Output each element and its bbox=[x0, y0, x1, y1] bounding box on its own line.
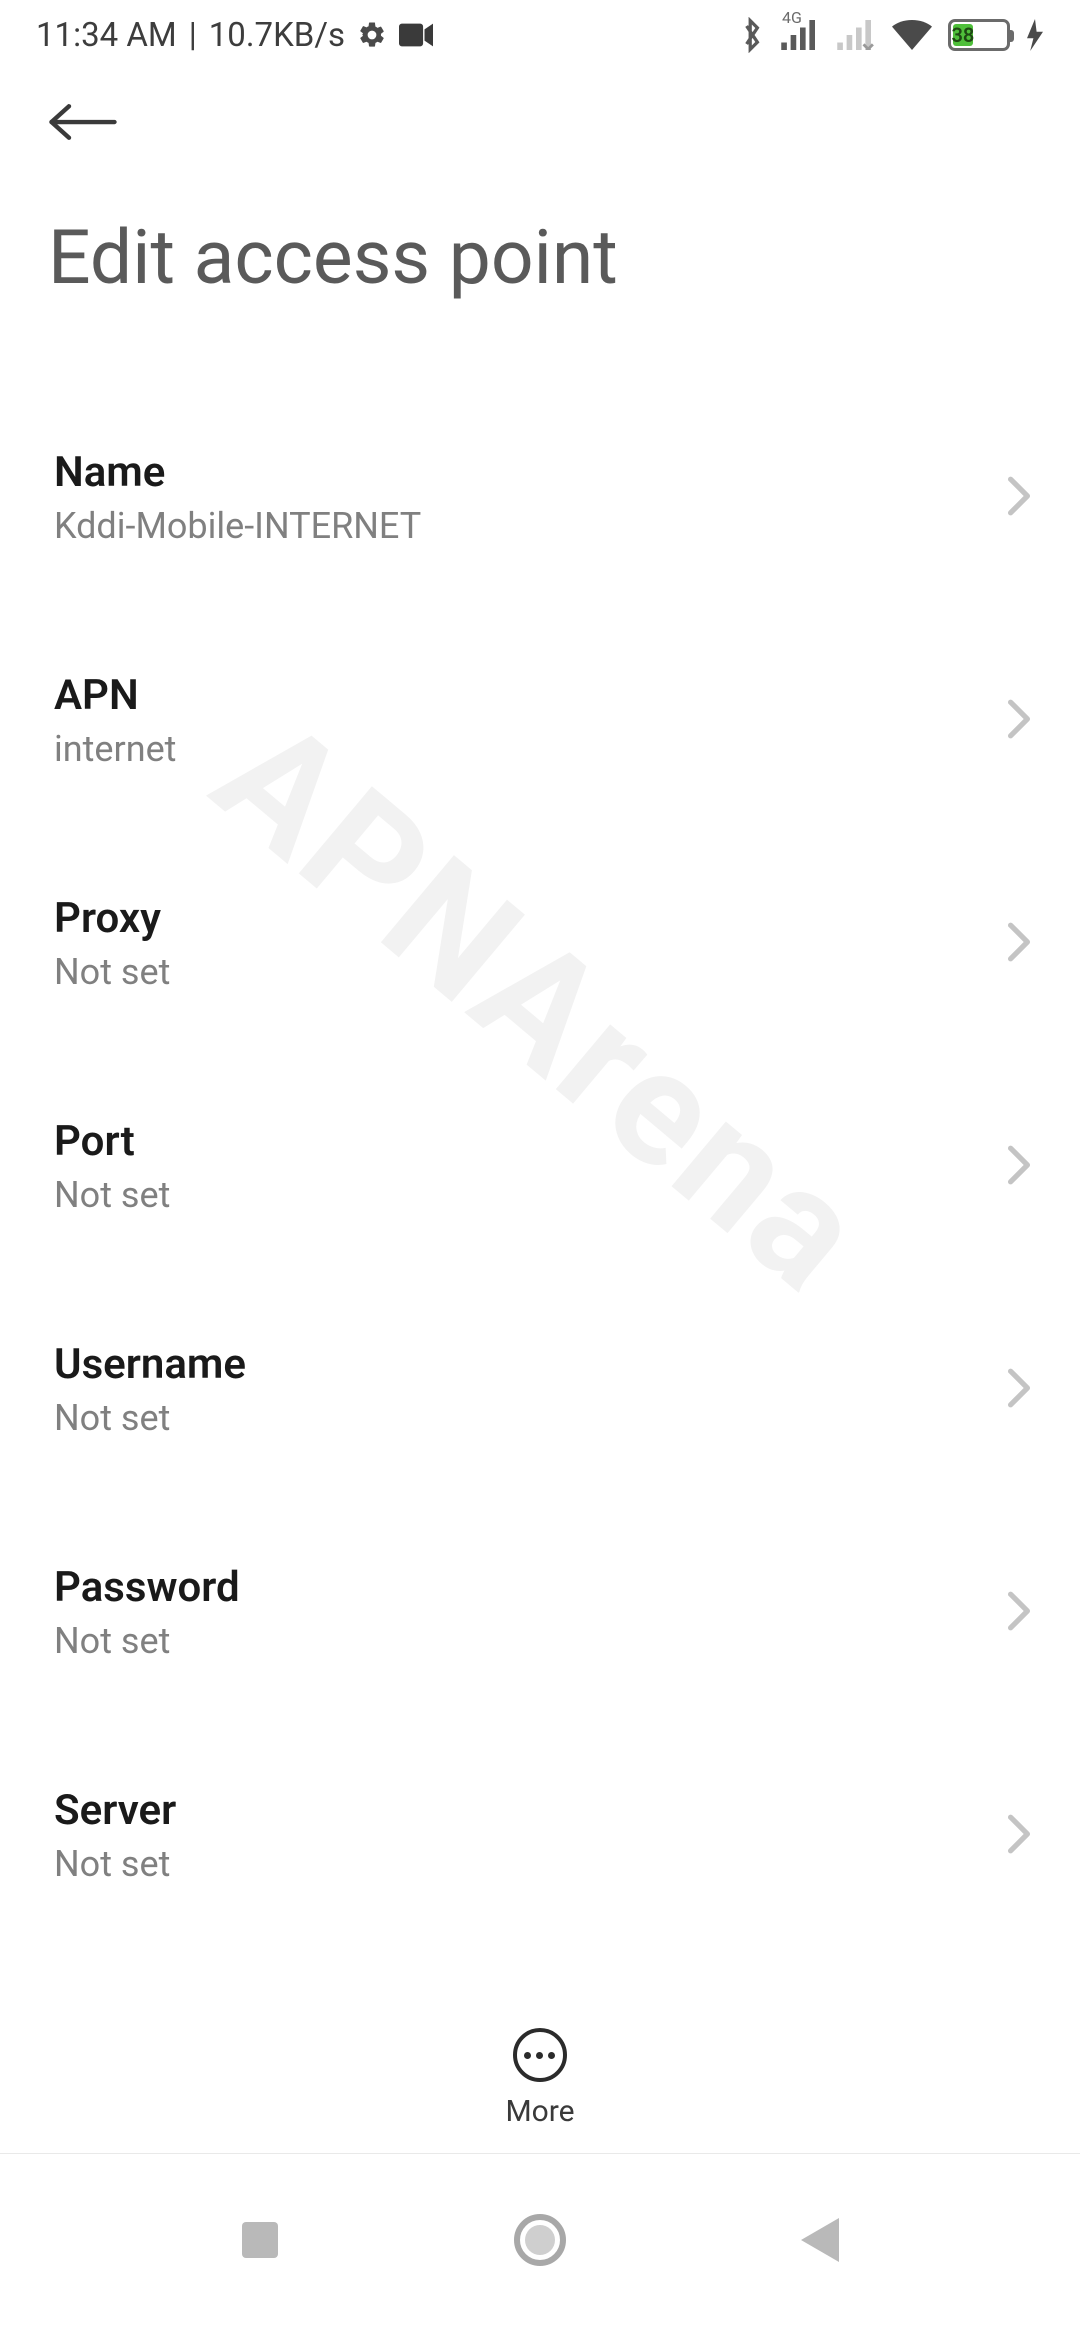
setting-value: Not set bbox=[54, 1843, 176, 1885]
nav-recent-button[interactable] bbox=[230, 2210, 290, 2270]
setting-row-username[interactable]: Username Not set bbox=[0, 1304, 1080, 1475]
setting-label: Port bbox=[54, 1117, 170, 1166]
setting-value: internet bbox=[54, 728, 176, 770]
signal-nosim-icon bbox=[836, 20, 876, 50]
setting-value: Kddi-Mobile-INTERNET bbox=[54, 505, 421, 547]
setting-value: Not set bbox=[54, 1620, 240, 1662]
chevron-right-icon bbox=[1006, 921, 1032, 967]
more-button[interactable]: More bbox=[505, 2028, 574, 2129]
back-button[interactable] bbox=[48, 92, 126, 152]
header: Edit access point bbox=[0, 70, 1080, 302]
setting-value: Not set bbox=[54, 951, 170, 993]
wifi-icon bbox=[892, 19, 932, 51]
system-nav-bar bbox=[0, 2170, 1080, 2340]
chevron-right-icon bbox=[1006, 1813, 1032, 1859]
triangle-icon bbox=[801, 2218, 839, 2262]
setting-row-port[interactable]: Port Not set bbox=[0, 1081, 1080, 1252]
status-net-speed: 10.7KB/s bbox=[209, 16, 345, 55]
status-time: 11:34 AM bbox=[36, 16, 177, 55]
battery-indicator: 38 bbox=[948, 19, 1010, 51]
settings-list: Name Kddi-Mobile-INTERNET APN internet P… bbox=[0, 412, 1080, 2112]
chevron-right-icon bbox=[1006, 698, 1032, 744]
setting-label: Proxy bbox=[54, 894, 170, 943]
chevron-right-icon bbox=[1006, 1144, 1032, 1190]
nav-back-button[interactable] bbox=[790, 2210, 850, 2270]
chevron-right-icon bbox=[1006, 1367, 1032, 1413]
setting-label: Password bbox=[54, 1563, 240, 1612]
setting-label: Username bbox=[54, 1340, 246, 1389]
bottom-toolbar: More bbox=[0, 2004, 1080, 2154]
status-left: 11:34 AM | 10.7KB/s bbox=[36, 16, 433, 55]
setting-row-apn[interactable]: APN internet bbox=[0, 635, 1080, 806]
setting-row-password[interactable]: Password Not set bbox=[0, 1527, 1080, 1698]
setting-label: APN bbox=[54, 671, 176, 720]
setting-label: Name bbox=[54, 448, 421, 497]
status-separator: | bbox=[189, 16, 197, 55]
setting-row-proxy[interactable]: Proxy Not set bbox=[0, 858, 1080, 1029]
setting-value: Not set bbox=[54, 1397, 246, 1439]
chevron-right-icon bbox=[1006, 475, 1032, 521]
bluetooth-icon bbox=[740, 17, 764, 53]
battery-level: 38 bbox=[953, 24, 973, 46]
square-icon bbox=[242, 2222, 278, 2258]
setting-row-name[interactable]: Name Kddi-Mobile-INTERNET bbox=[0, 412, 1080, 583]
setting-value: Not set bbox=[54, 1174, 170, 1216]
setting-label: Server bbox=[54, 1786, 176, 1835]
more-icon bbox=[513, 2028, 567, 2082]
nav-home-button[interactable] bbox=[510, 2210, 570, 2270]
page-title: Edit access point bbox=[48, 214, 1032, 302]
circle-icon bbox=[514, 2214, 566, 2266]
more-label: More bbox=[505, 2094, 574, 2129]
chevron-right-icon bbox=[1006, 1590, 1032, 1636]
status-bar: 11:34 AM | 10.7KB/s 4G 38 bbox=[0, 0, 1080, 70]
charging-icon bbox=[1026, 19, 1044, 51]
setting-row-server[interactable]: Server Not set bbox=[0, 1750, 1080, 1921]
settings-icon bbox=[357, 20, 387, 50]
signal-4g-icon: 4G bbox=[780, 20, 820, 50]
status-right: 4G 38 bbox=[740, 17, 1044, 53]
camera-icon bbox=[399, 23, 433, 47]
